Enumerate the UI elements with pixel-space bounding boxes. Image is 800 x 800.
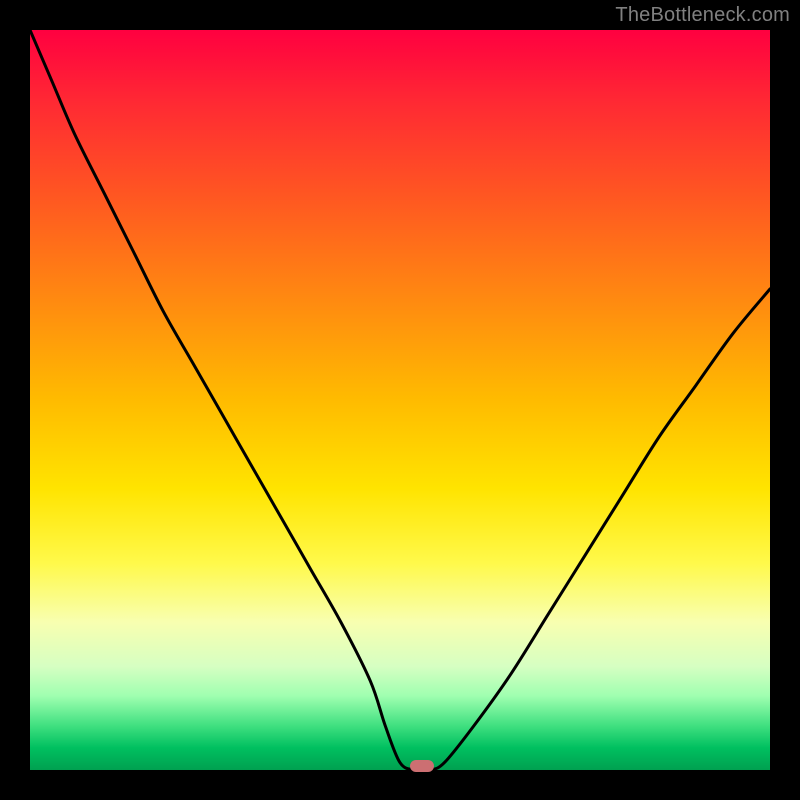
bottleneck-curve [30, 30, 770, 770]
chart-frame: TheBottleneck.com [0, 0, 800, 800]
plot-area [30, 30, 770, 770]
watermark-text: TheBottleneck.com [615, 4, 790, 27]
curve-minimum-marker [410, 760, 434, 772]
